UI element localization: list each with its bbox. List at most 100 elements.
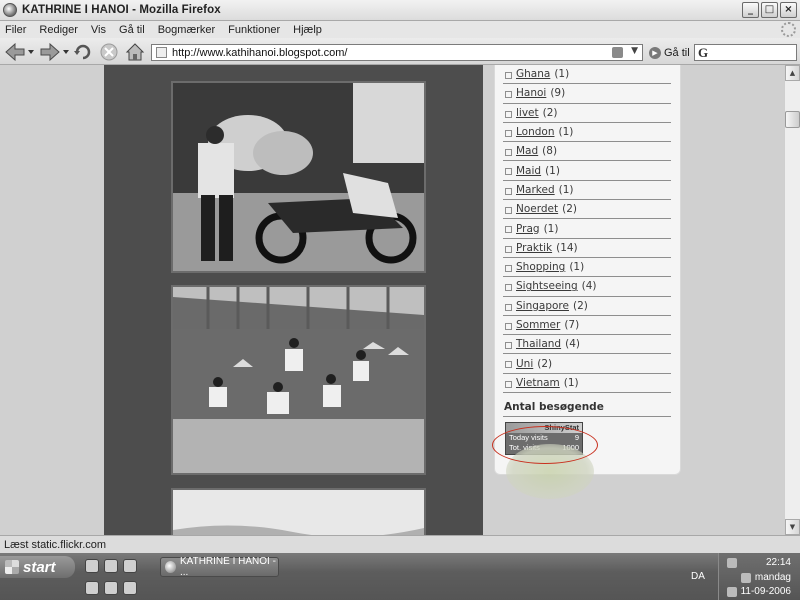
clock-date: 11-09-2006 [740, 586, 791, 597]
tray-icon[interactable] [727, 558, 737, 568]
go-button[interactable]: ▶ Gå til [649, 44, 690, 61]
label-count: (14) [556, 241, 578, 254]
label-link[interactable]: Praktik [516, 242, 552, 254]
label-link[interactable]: Ghana [516, 68, 550, 80]
list-bullet-icon [505, 149, 512, 157]
list-item: Shopping (1) [503, 258, 671, 278]
list-item: Singapore (2) [503, 297, 671, 316]
list-bullet-icon [505, 264, 512, 272]
list-item: Marked (1) [503, 181, 671, 201]
scroll-up-arrow-icon[interactable]: ▲ [785, 65, 800, 81]
scroll-thumb[interactable] [785, 111, 800, 128]
list-bullet-icon [505, 129, 512, 137]
label-link[interactable]: Sightseeing [516, 280, 578, 292]
taskbar-window-button[interactable]: KATHRINE I HANOI - ... [160, 556, 279, 578]
label-link[interactable]: Singapore [516, 300, 569, 312]
search-box[interactable]: G [694, 44, 797, 61]
list-bullet-icon [505, 284, 512, 292]
url-dropdown-icon[interactable]: ▼ [631, 46, 638, 56]
stop-button[interactable] [98, 41, 120, 62]
list-bullet-icon [505, 303, 512, 311]
taskbar-window-label: KATHRINE I HANOI - ... [179, 556, 276, 578]
home-icon [125, 42, 145, 60]
label-link[interactable]: Sommer [516, 319, 560, 331]
start-button[interactable]: start [0, 556, 75, 578]
window-controls: _ □ × [742, 2, 797, 18]
blog-photo-partial[interactable] [171, 488, 426, 535]
blog-photo-motorbike[interactable] [171, 81, 426, 273]
quicklaunch-icon[interactable] [85, 559, 99, 573]
list-bullet-icon [505, 342, 512, 350]
window-title: KATHRINE I HANOI - Mozilla Firefox [22, 4, 221, 16]
label-link[interactable]: Uni [516, 358, 533, 370]
tray-icon[interactable] [741, 573, 751, 583]
list-item: livet (2) [503, 104, 671, 123]
rss-feed-icon[interactable] [612, 47, 623, 58]
label-link[interactable]: Shopping [516, 261, 565, 273]
quicklaunch-icon[interactable] [123, 581, 137, 595]
label-link[interactable]: Hanoi [516, 87, 546, 99]
go-arrow-icon: ▶ [649, 46, 661, 59]
address-bar[interactable]: http://www.kathihanoi.blogspot.com/ ▼ [151, 44, 643, 61]
label-link[interactable]: Thailand [516, 338, 561, 350]
menu-tools[interactable]: Funktioner [228, 24, 280, 36]
minimize-button[interactable]: _ [742, 2, 759, 18]
label-link[interactable]: Maid [516, 165, 541, 177]
clock-time: 22:14 [765, 557, 791, 568]
menu-file[interactable]: Filer [5, 24, 26, 36]
label-count: (4) [581, 280, 597, 293]
language-indicator[interactable]: DA [691, 571, 705, 582]
scroll-down-arrow-icon[interactable]: ▼ [785, 519, 800, 535]
clock-day: mandag [754, 572, 791, 583]
label-link[interactable]: Vietnam [516, 377, 560, 389]
label-link[interactable]: Marked [516, 184, 555, 196]
list-item: Noerdet (2) [503, 200, 671, 220]
go-label: Gå til [664, 46, 690, 59]
label-count: (1) [543, 222, 559, 235]
blog-sidebar: Ghana (1) Hanoi (9) livet (2) London (1) Mad… [494, 65, 681, 475]
roadside-group-photo-image [173, 287, 424, 473]
list-bullet-icon [505, 110, 512, 118]
divider [503, 416, 671, 417]
status-bar: Læst static.flickr.com [0, 535, 800, 553]
label-link[interactable]: London [516, 126, 555, 138]
url-text[interactable]: http://www.kathihanoi.blogspot.com/ [172, 47, 347, 59]
list-item: Ghana (1) [503, 65, 671, 85]
partial-photo-image [173, 490, 424, 535]
reload-button[interactable] [72, 41, 94, 62]
label-count: (2) [542, 106, 558, 119]
quicklaunch-icon[interactable] [123, 559, 137, 573]
menu-go[interactable]: Gå til [119, 24, 145, 36]
label-count: (1) [563, 376, 579, 389]
label-count: (1) [545, 164, 560, 177]
quicklaunch-icon[interactable] [104, 559, 118, 573]
home-button[interactable] [124, 41, 146, 62]
forward-button[interactable] [38, 41, 70, 62]
menu-help[interactable]: Hjælp [293, 24, 322, 36]
label-link[interactable]: livet [516, 107, 539, 119]
menu-edit[interactable]: Rediger [39, 24, 78, 36]
quicklaunch-icon[interactable] [104, 581, 118, 595]
google-search-icon[interactable]: G [698, 45, 708, 61]
back-button[interactable] [3, 41, 35, 62]
label-link[interactable]: Prag [516, 223, 540, 235]
windows-flag-icon [5, 560, 19, 574]
list-item: Sightseeing (4) [503, 277, 671, 297]
maximize-button[interactable]: □ [761, 2, 778, 18]
quicklaunch-icon[interactable] [85, 581, 99, 595]
list-item: Sommer (7) [503, 316, 671, 336]
list-bullet-icon [505, 322, 512, 330]
label-count: (2) [537, 357, 553, 370]
label-link[interactable]: Mad [516, 145, 538, 157]
list-bullet-icon [505, 91, 512, 99]
label-link[interactable]: Noerdet [516, 203, 558, 215]
menu-bookmarks[interactable]: Bogmærker [158, 24, 215, 36]
menu-view[interactable]: Vis [91, 24, 106, 36]
blog-photo-roadside-group[interactable] [171, 285, 426, 475]
label-count: (2) [572, 299, 588, 312]
motorbike-photo-image [173, 83, 424, 271]
tray-icon[interactable] [727, 587, 737, 597]
label-count: (2) [562, 203, 577, 216]
close-button[interactable]: × [780, 2, 797, 18]
vertical-scrollbar[interactable]: ▲ ▼ [784, 65, 800, 535]
